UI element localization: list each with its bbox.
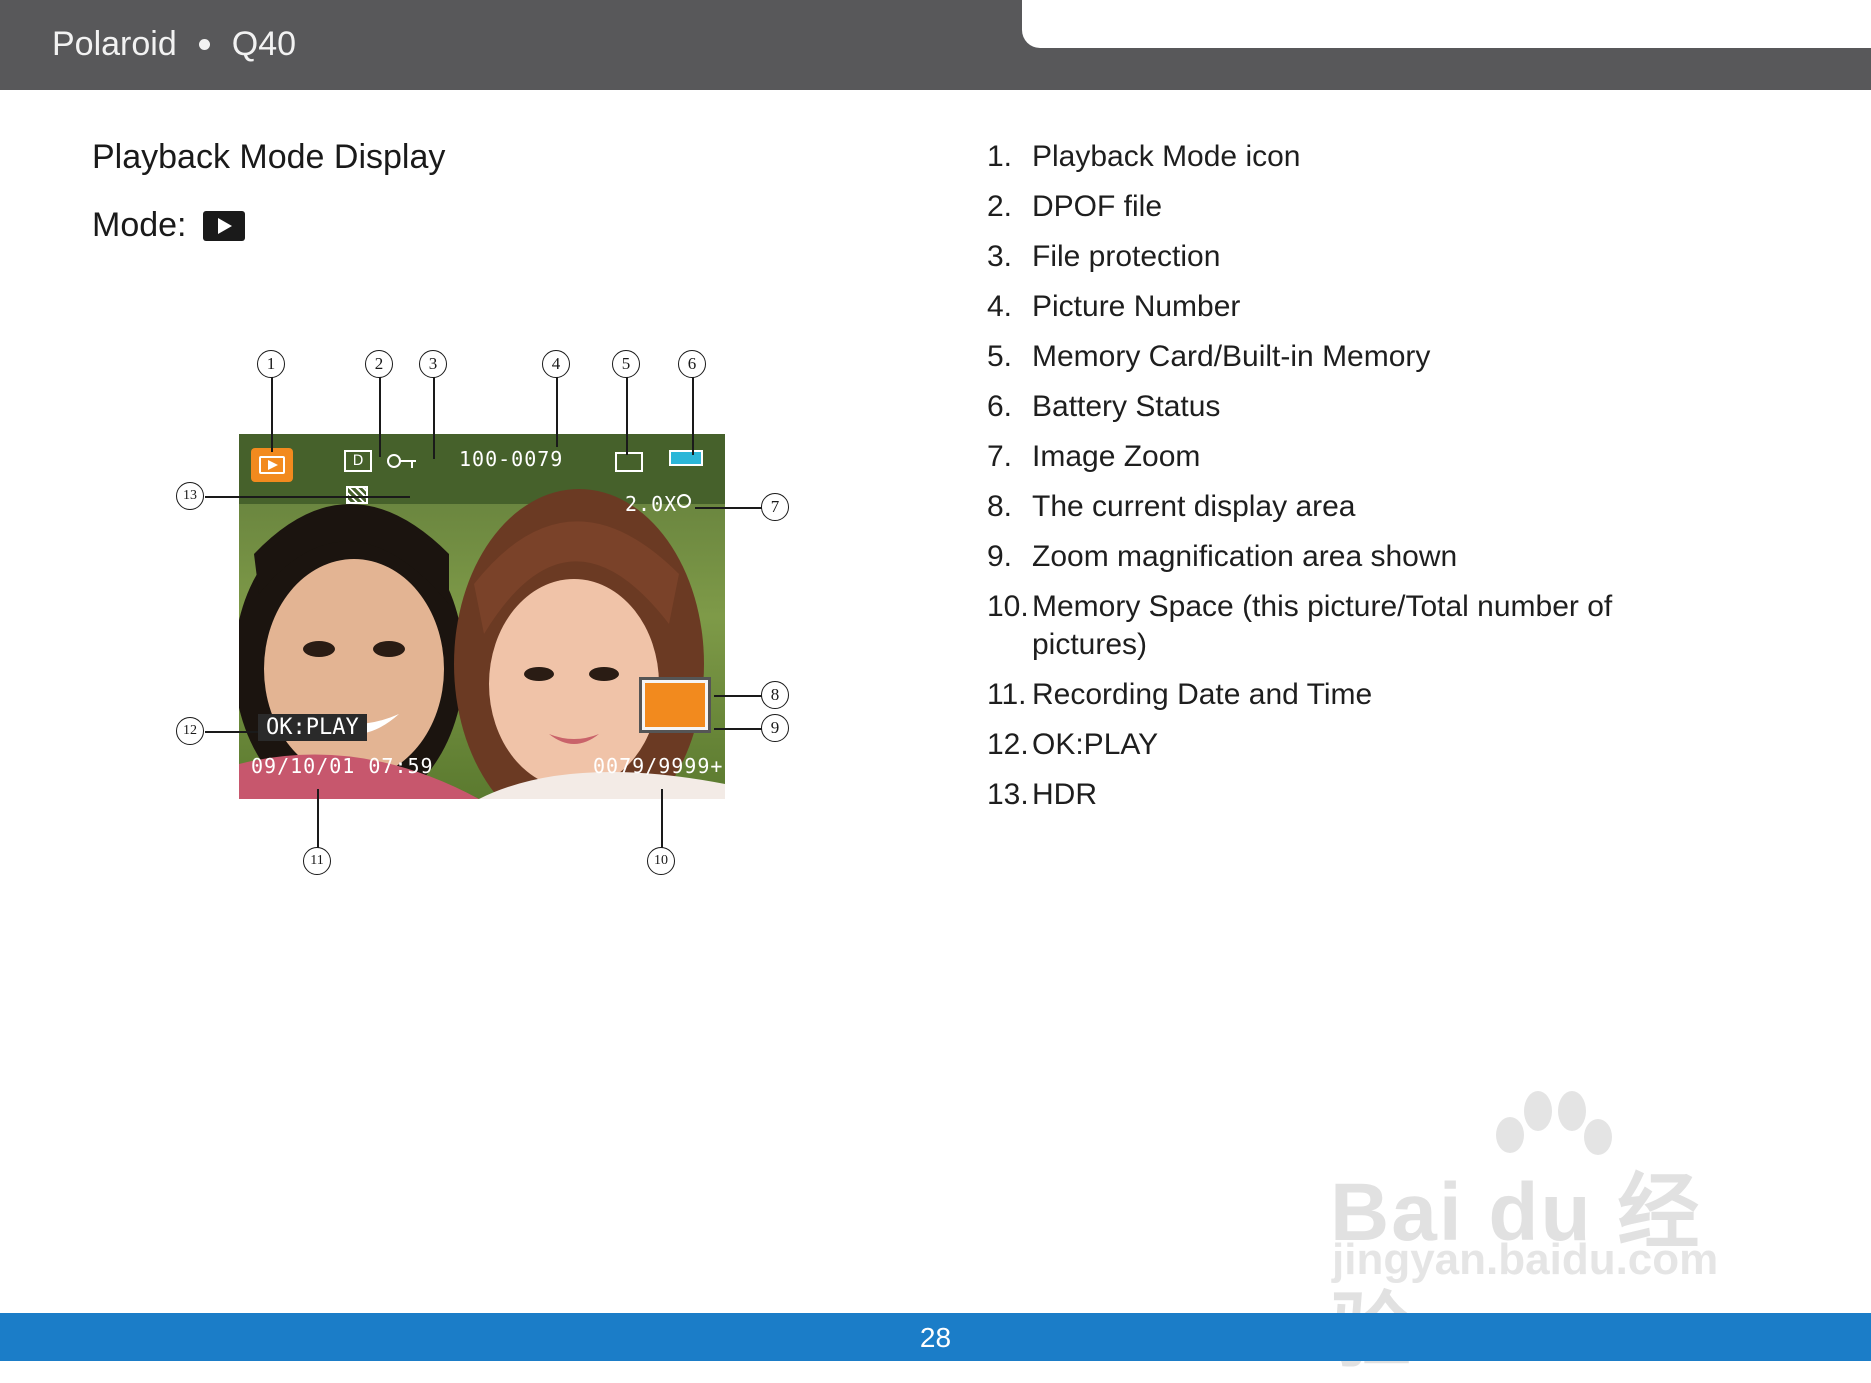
legend-item: 9. Zoom magnification area shown (987, 540, 1458, 573)
callout-3: 3 (419, 350, 447, 378)
photo-illustration (239, 434, 725, 799)
callout-6: 6 (678, 350, 706, 378)
callout-10: 10 (647, 847, 675, 875)
page-number: 28 (919, 1322, 952, 1353)
legend-item: 5. Memory Card/Built-in Memory (987, 340, 1431, 373)
zoom-level: 2.0X (625, 492, 678, 516)
baidu-watermark: Bai du 经验 jingyan.baidu.com (1330, 1085, 1760, 1377)
legend-item: 1. Playback Mode icon (987, 140, 1301, 173)
playback-mode-icon (202, 210, 245, 241)
current-display-area (645, 683, 705, 727)
legend-item: 8. The current display area (987, 490, 1356, 523)
callout-2: 2 (365, 350, 393, 378)
leader-line-3 (433, 377, 435, 459)
picture-number: 100-0079 (459, 447, 564, 471)
dpof-icon: D (344, 450, 372, 472)
memory-card-icon (615, 452, 643, 472)
callout-11: 11 (303, 847, 331, 875)
legend-item: 10. Memory Space (this picture/Total numb… (987, 590, 1613, 661)
leader-line-11 (317, 789, 319, 854)
leader-line-12 (205, 731, 258, 733)
zoom-area-frame (639, 677, 711, 733)
sample-photo: D 100-0079 2.0X OK:PLAY 09/10/01 07:59 0… (239, 434, 725, 799)
legend-item: 13. HDR (987, 778, 1097, 811)
callout-12: 12 (176, 717, 204, 745)
watermark-url: jingyan.baidu.com (1332, 1235, 1719, 1284)
legend-item: 12. OK:PLAY (987, 728, 1159, 761)
brand-name: Polaroid (52, 24, 177, 63)
magnifier-icon (677, 494, 691, 508)
callout-4: 4 (542, 350, 570, 378)
legend-item: 2. DPOF file (987, 190, 1163, 223)
battery-icon (669, 450, 703, 466)
leader-line-1 (271, 377, 273, 452)
callout-8: 8 (761, 681, 789, 709)
mode-label: Mode: (92, 206, 187, 244)
recording-datetime: 09/10/01 07:59 (251, 754, 434, 778)
ok-play-label: OK:PLAY (258, 714, 367, 741)
model-name: Q40 (231, 24, 297, 63)
leader-line-13 (205, 496, 410, 498)
memory-space: 0079/9999+ (593, 754, 724, 778)
bullet-icon (198, 38, 210, 50)
legend-item: 6. Battery Status (987, 390, 1221, 423)
leader-line-10 (661, 789, 663, 854)
legend-list: 1. Playback Mode icon 2. DPOF file 3. File … (987, 138, 1687, 826)
callout-7: 7 (761, 493, 789, 521)
callout-1: 1 (257, 350, 285, 378)
leader-line-4 (556, 377, 558, 447)
protection-key-icon (387, 452, 417, 472)
footer-bar: 28 (0, 1313, 1871, 1361)
playback-mode-overlay-icon (251, 448, 293, 482)
header-brand: Polaroid Q40 (52, 18, 296, 70)
section-title: Playback Mode Display (92, 138, 446, 176)
legend-item: 3. File protection (987, 240, 1221, 273)
legend-item: 4. Picture Number (987, 290, 1241, 323)
callout-5: 5 (612, 350, 640, 378)
legend-item: 11. Recording Date and Time (987, 678, 1373, 711)
leader-line-5 (626, 377, 628, 455)
mode-row: Mode: (92, 206, 245, 245)
header-notch (1022, 0, 1871, 48)
leader-line-2 (379, 377, 381, 457)
hdr-icon (346, 486, 368, 504)
playback-display-diagram: D 100-0079 2.0X OK:PLAY 09/10/01 07:59 0… (150, 350, 810, 890)
legend-item: 7. Image Zoom (987, 440, 1201, 473)
callout-9: 9 (761, 714, 789, 742)
leader-line-6 (692, 377, 694, 455)
callout-13: 13 (176, 482, 204, 510)
